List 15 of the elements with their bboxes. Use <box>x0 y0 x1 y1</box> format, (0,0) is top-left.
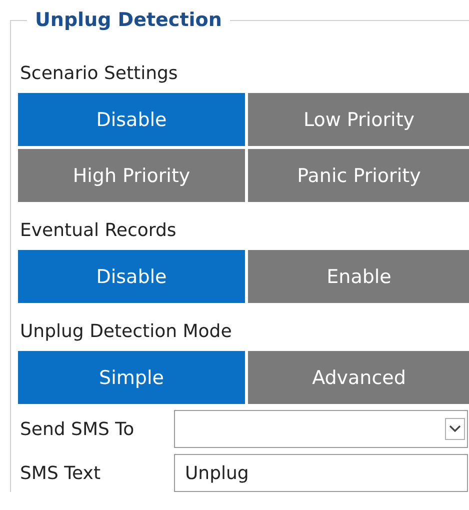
dropdown-field[interactable] <box>174 410 468 448</box>
option-button[interactable]: Disable <box>18 250 245 303</box>
section-label: Unplug Detection Mode <box>20 321 233 343</box>
text-field[interactable]: Unplug <box>174 454 468 492</box>
section-label: Eventual Records <box>20 220 178 242</box>
option-button[interactable]: Panic Priority <box>248 149 469 202</box>
field-label: SMS Text <box>19 462 102 484</box>
option-button[interactable]: Enable <box>248 250 469 303</box>
option-button[interactable]: High Priority <box>18 149 245 202</box>
option-button[interactable]: Low Priority <box>248 93 469 146</box>
option-button[interactable]: Disable <box>18 93 245 146</box>
section-label: Scenario Settings <box>20 63 179 85</box>
option-button[interactable]: Advanced <box>248 351 469 404</box>
field-label: Send SMS To <box>19 418 136 440</box>
option-button[interactable]: Simple <box>18 351 245 404</box>
